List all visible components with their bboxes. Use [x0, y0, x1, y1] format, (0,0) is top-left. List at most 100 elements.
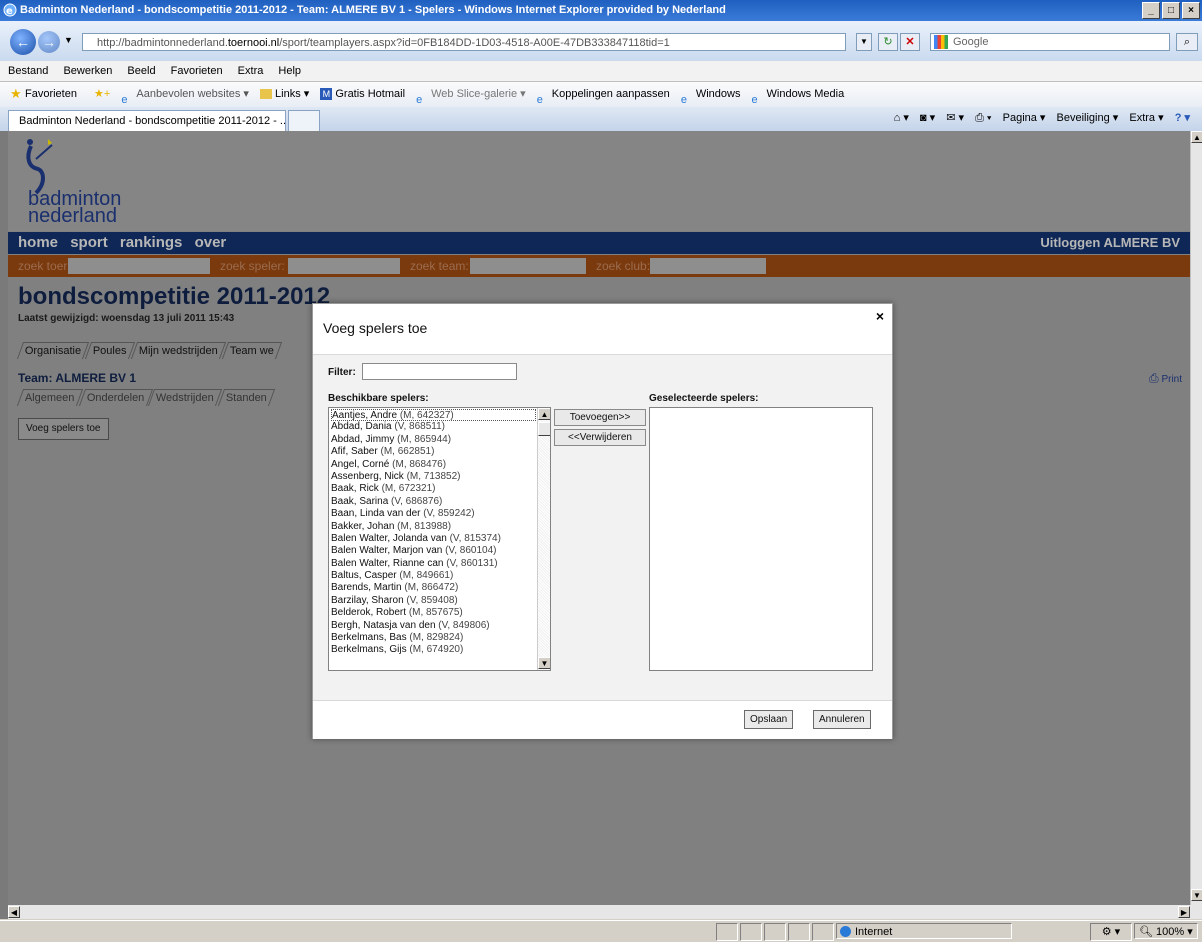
- search-tournament-input[interactable]: [68, 258, 210, 274]
- fav-aanbevolen[interactable]: e Aanbevolen websites ▾: [121, 82, 249, 107]
- search-team-input[interactable]: [470, 258, 586, 274]
- logout-link[interactable]: Uitloggen: [1040, 235, 1100, 250]
- selected-players-list[interactable]: [649, 407, 873, 671]
- menu-bestand[interactable]: Bestand: [8, 65, 48, 77]
- list-item[interactable]: Baak, Rick (M, 672321): [331, 483, 536, 495]
- filter-input[interactable]: [362, 363, 517, 380]
- add-players-button[interactable]: Voeg spelers toe: [18, 418, 109, 440]
- fav-koppelingen[interactable]: e Koppelingen aanpassen: [537, 82, 670, 107]
- tab-onderdelen[interactable]: Onderdelen: [78, 389, 153, 406]
- add-to-selection-button[interactable]: Toevoegen>>: [554, 409, 646, 426]
- list-item[interactable]: Angel, Corné (M, 868476): [331, 459, 536, 471]
- tools-menu[interactable]: Extra ▾: [1129, 112, 1163, 124]
- page-scroll-left-icon[interactable]: ◀: [8, 906, 20, 918]
- stop-button[interactable]: ✕: [900, 33, 920, 51]
- url-field[interactable]: http://badmintonnederland.toernooi.nl/sp…: [82, 33, 846, 51]
- search-input[interactable]: Google: [930, 33, 1170, 51]
- tab-wedstrijden[interactable]: Wedstrijden: [147, 389, 223, 406]
- fav-hotmail[interactable]: M Gratis Hotmail: [320, 82, 405, 107]
- page-scroll-down-icon[interactable]: ▼: [1191, 889, 1202, 901]
- page-menu[interactable]: Pagina ▾: [1003, 112, 1046, 124]
- list-item[interactable]: Afif, Saber (M, 662851): [331, 446, 536, 458]
- save-button[interactable]: Opslaan: [744, 710, 794, 729]
- scroll-up-arrow-icon[interactable]: ▲: [538, 408, 550, 420]
- list-item[interactable]: Assenberg, Nick (M, 713852): [331, 471, 536, 483]
- help-icon[interactable]: ? ▾: [1175, 112, 1190, 124]
- refresh-button[interactable]: ↻: [878, 33, 898, 51]
- print-link[interactable]: ⎙ Print: [1149, 371, 1182, 386]
- minimize-button[interactable]: _: [1142, 2, 1160, 19]
- dialog-close-icon[interactable]: ×: [876, 308, 884, 324]
- nav-home[interactable]: home: [18, 234, 58, 251]
- nav-rankings[interactable]: rankings: [120, 234, 183, 251]
- nav-sport[interactable]: sport: [70, 234, 108, 251]
- list-item[interactable]: Balen Walter, Marjon van (V, 860104): [331, 545, 536, 557]
- list-item[interactable]: Aantjes, Andre (M, 642327): [331, 409, 536, 422]
- close-window-button[interactable]: ×: [1182, 2, 1200, 19]
- tab-team-wedstrijden[interactable]: Team we: [221, 342, 282, 359]
- status-cell: [764, 923, 786, 941]
- list-item[interactable]: Abdad, Jimmy (M, 865944): [331, 434, 536, 446]
- menu-beeld[interactable]: Beeld: [127, 65, 155, 77]
- list-item[interactable]: Balen Walter, Rianne can (V, 860131): [331, 558, 536, 570]
- list-item[interactable]: Belderok, Robert (M, 857675): [331, 607, 536, 619]
- fav-webslice[interactable]: e Web Slice-galerie ▾: [416, 82, 526, 107]
- browser-tab-active[interactable]: Badminton Nederland - bondscompetitie 20…: [8, 110, 286, 131]
- security-menu[interactable]: Beveiliging ▾: [1057, 112, 1119, 124]
- mail-icon[interactable]: ✉ ▾: [946, 112, 964, 124]
- fav-links[interactable]: Links ▾: [260, 82, 309, 107]
- page-scroll-up-icon[interactable]: ▲: [1191, 131, 1202, 143]
- list-item[interactable]: Balen Walter, Jolanda van (V, 815374): [331, 533, 536, 545]
- list-item[interactable]: Abdad, Dania (V, 868511): [331, 421, 536, 433]
- security-zone[interactable]: Internet: [836, 923, 1012, 939]
- search-button[interactable]: ⌕: [1176, 33, 1198, 51]
- tab-mijn-wedstrijden[interactable]: Mijn wedstrijden: [130, 342, 226, 359]
- home-icon[interactable]: ⌂ ▾: [894, 112, 909, 124]
- add-favorite-button[interactable]: ★+: [94, 82, 110, 107]
- feeds-icon[interactable]: ◙ ▾: [920, 112, 935, 124]
- fav-windows-media[interactable]: e Windows Media: [752, 82, 845, 107]
- scroll-thumb[interactable]: [538, 422, 550, 436]
- tab-poules[interactable]: Poules: [85, 342, 135, 359]
- print-icon[interactable]: ⎙ ▾: [975, 112, 991, 124]
- remove-from-selection-button[interactable]: <<Verwijderen: [554, 429, 646, 446]
- menu-bewerken[interactable]: Bewerken: [63, 65, 112, 77]
- list-item[interactable]: Baltus, Casper (M, 849661): [331, 570, 536, 582]
- list-item[interactable]: Bakker, Johan (M, 813988): [331, 521, 536, 533]
- list-item[interactable]: Bergh, Natasja van den (V, 849806): [331, 620, 536, 632]
- list-item[interactable]: Barends, Martin (M, 866472): [331, 582, 536, 594]
- favorites-button[interactable]: ★ Favorieten: [10, 82, 77, 107]
- player-name: Afif, Saber: [331, 446, 378, 458]
- forward-button[interactable]: →: [38, 31, 60, 53]
- page-horizontal-scrollbar[interactable]: ◀ ▶: [8, 905, 1202, 919]
- cancel-button[interactable]: Annuleren: [813, 710, 871, 729]
- tab-algemeen[interactable]: Algemeen: [16, 389, 83, 406]
- recent-pages-dropdown[interactable]: ▼: [64, 35, 73, 45]
- page-vertical-scrollbar[interactable]: ▲ ▼: [1190, 131, 1202, 905]
- window-title-bar: e Badminton Nederland - bondscompetitie 2…: [0, 0, 1202, 21]
- fav-windows[interactable]: e Windows: [681, 82, 741, 107]
- scroll-down-arrow-icon[interactable]: ▼: [538, 657, 550, 669]
- maximize-button[interactable]: □: [1162, 2, 1180, 19]
- new-tab-button[interactable]: [288, 110, 320, 131]
- list-item[interactable]: Barzilay, Sharon (V, 859408): [331, 595, 536, 607]
- list-scrollbar[interactable]: ▲ ▼: [537, 408, 550, 670]
- list-item[interactable]: Baak, Sarina (V, 686876): [331, 496, 536, 508]
- tab-standen[interactable]: Standen: [217, 389, 276, 406]
- menu-extra[interactable]: Extra: [238, 65, 264, 77]
- list-item[interactable]: Baan, Linda van der (V, 859242): [331, 508, 536, 520]
- back-button[interactable]: ←: [10, 29, 36, 55]
- search-player-input[interactable]: [288, 258, 400, 274]
- menu-favorieten[interactable]: Favorieten: [171, 65, 223, 77]
- nav-over[interactable]: over: [195, 234, 227, 251]
- list-item[interactable]: Berkelmans, Gijs (M, 674920): [331, 644, 536, 656]
- list-item[interactable]: Berkelmans, Bas (M, 829824): [331, 632, 536, 644]
- menu-help[interactable]: Help: [278, 65, 301, 77]
- protected-mode-icon[interactable]: ⚙ ▾: [1090, 923, 1132, 941]
- zoom-control[interactable]: 🔍︎ 100% ▾: [1134, 923, 1198, 939]
- url-dropdown-button[interactable]: ▼: [856, 33, 872, 51]
- search-club-input[interactable]: [650, 258, 766, 274]
- available-players-list[interactable]: Aantjes, Andre (M, 642327) Abdad, Dania (…: [328, 407, 551, 671]
- tab-organisatie[interactable]: Organisatie: [16, 342, 90, 359]
- page-scroll-right-icon[interactable]: ▶: [1178, 906, 1190, 918]
